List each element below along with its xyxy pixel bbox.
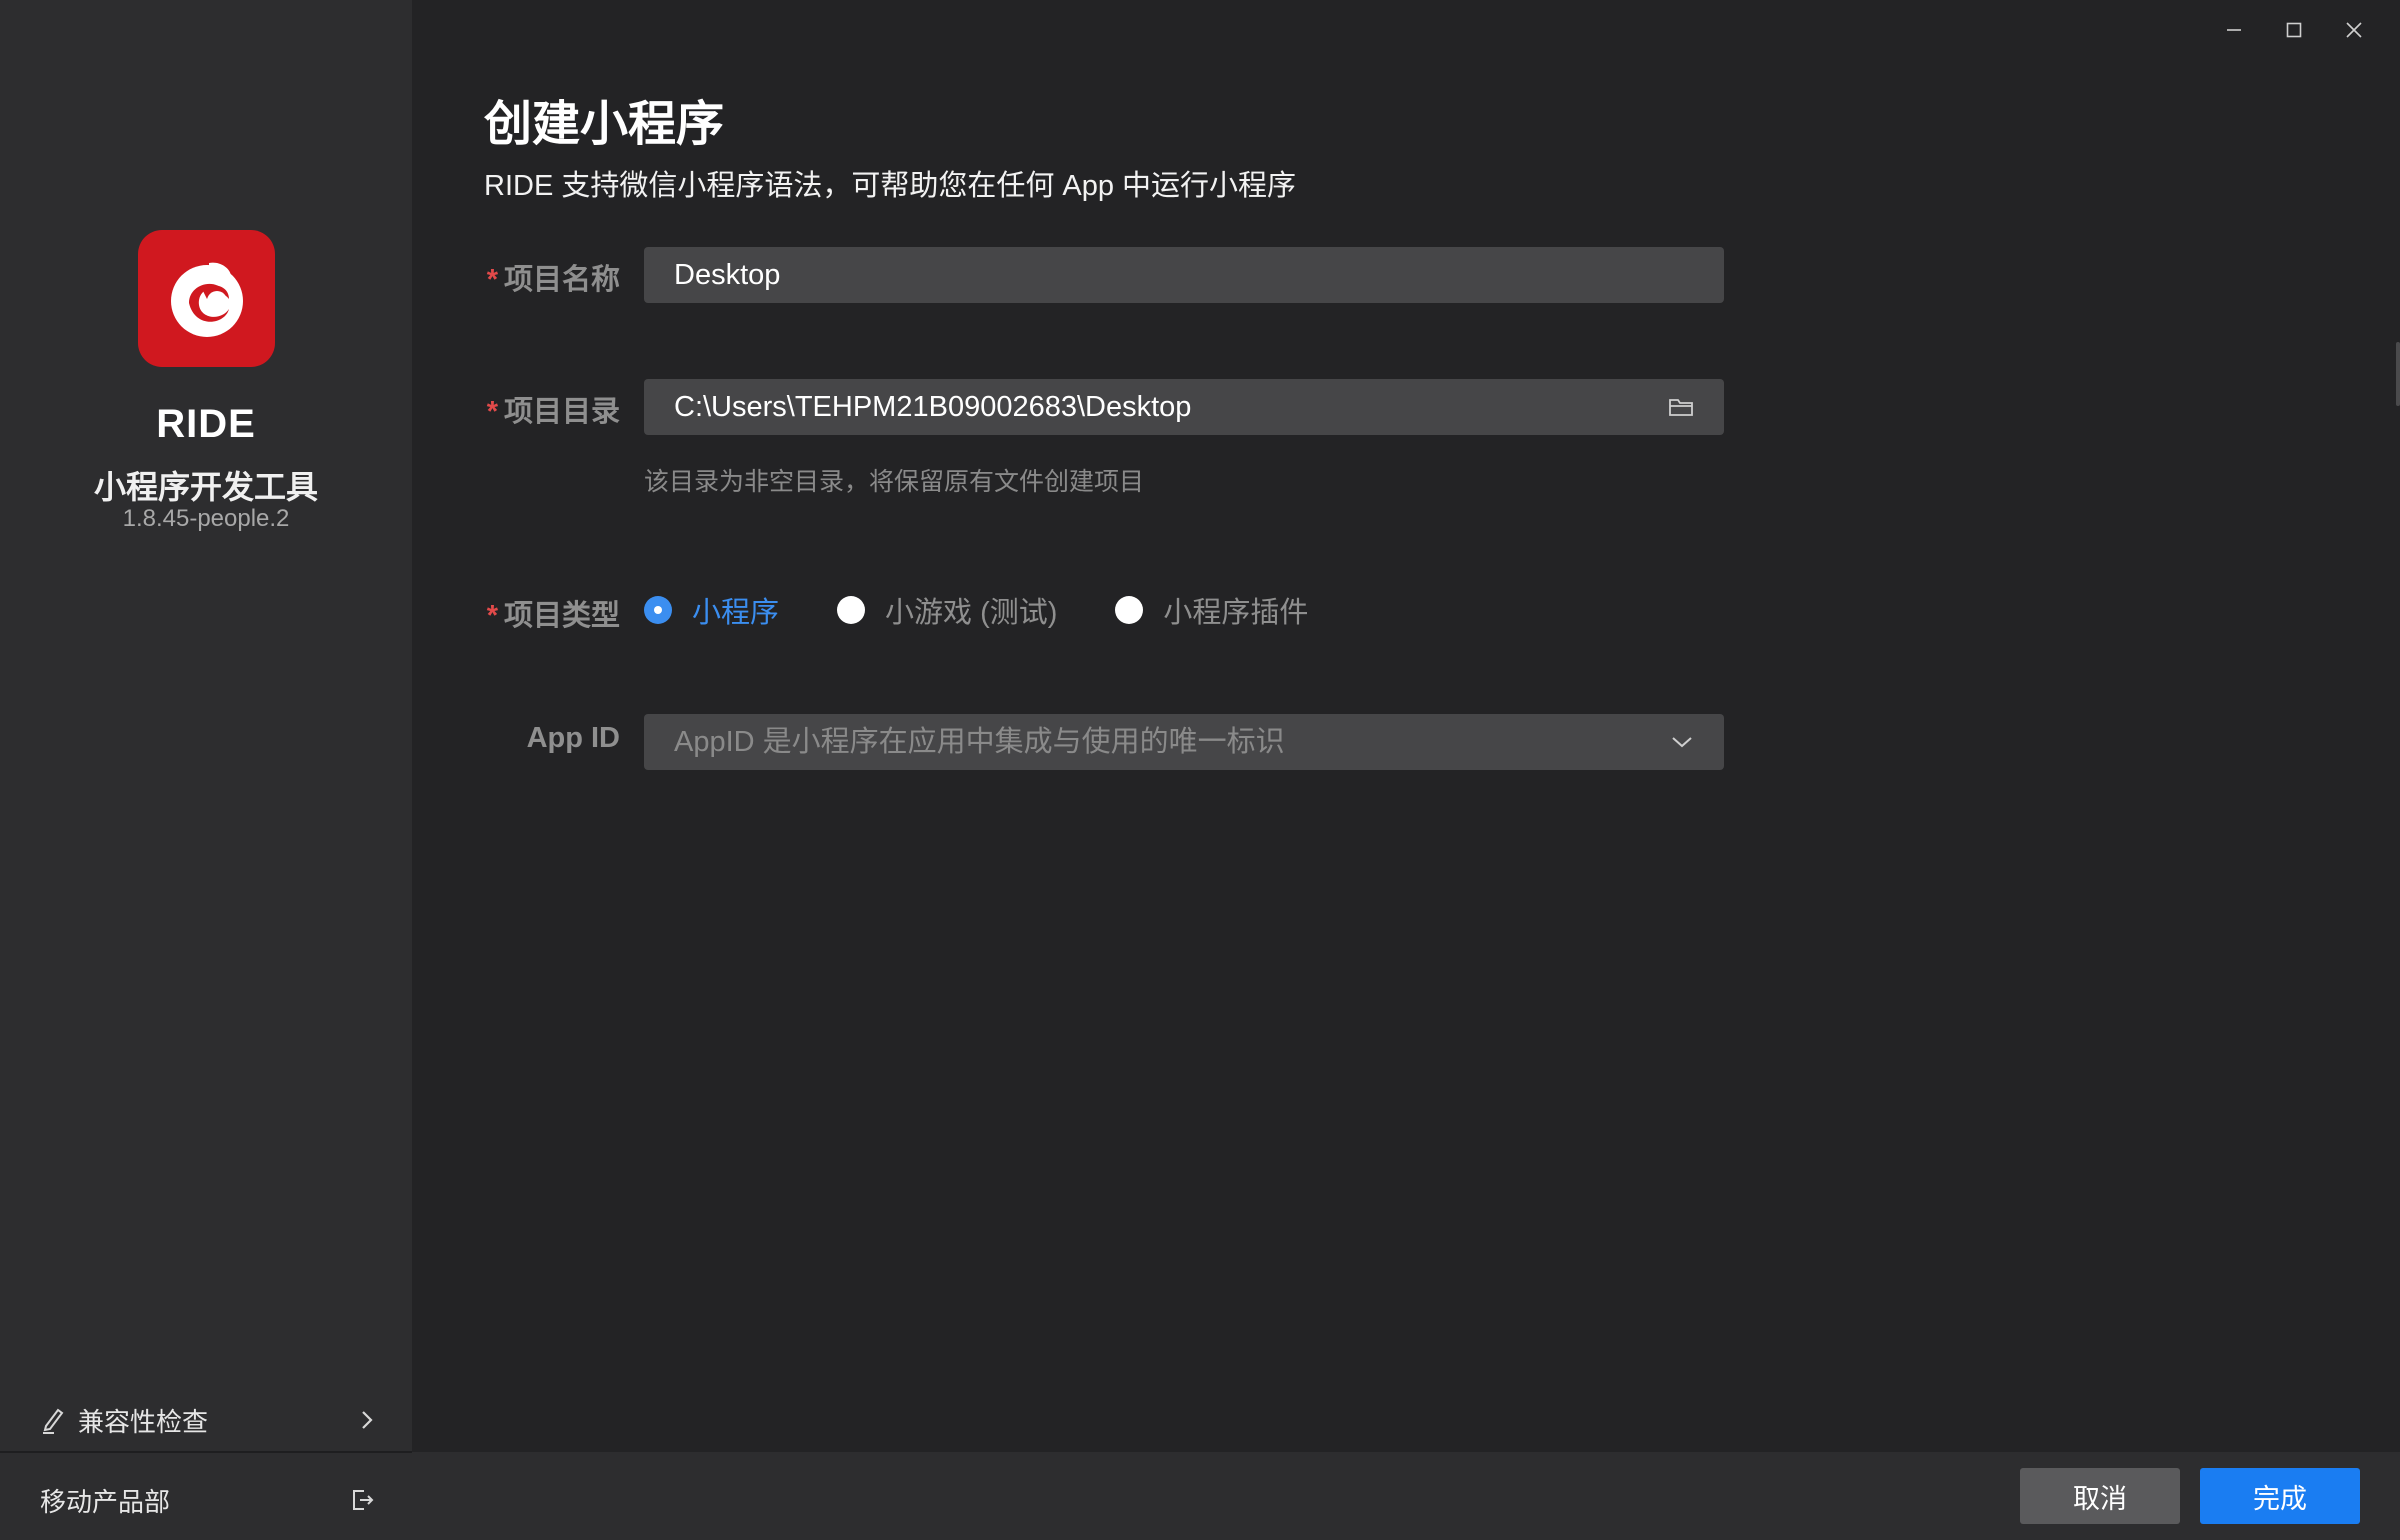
- logout-icon[interactable]: [350, 1488, 374, 1512]
- project-type-radio-group: 小程序 小游戏 (测试) 小程序插件: [644, 590, 1366, 630]
- cancel-button[interactable]: 取消: [2020, 1468, 2180, 1524]
- radio-dot: [644, 596, 672, 624]
- maximize-icon[interactable]: [2264, 0, 2324, 60]
- sidebar: RIDE 小程序开发工具 1.8.45-people.2 兼容性检查 移动产品部: [0, 0, 412, 1540]
- project-name-field[interactable]: [644, 247, 1724, 303]
- close-icon[interactable]: [2324, 0, 2384, 60]
- app-logo-icon: [138, 230, 275, 367]
- org-name: 移动产品部: [40, 1486, 171, 1517]
- done-button[interactable]: 完成: [2200, 1468, 2360, 1524]
- radio-minigame[interactable]: 小游戏 (测试): [837, 589, 1057, 631]
- app-version: 1.8.45-people.2: [122, 505, 290, 532]
- app-id-label: App ID: [526, 722, 620, 754]
- project-type-label: * 项目类型: [486, 600, 620, 632]
- app-subtitle: 小程序开发工具: [93, 469, 318, 505]
- chevron-down-icon[interactable]: [1670, 735, 1694, 749]
- app-id-select[interactable]: [644, 714, 1724, 770]
- project-dir-input[interactable]: [674, 390, 1668, 424]
- minimize-icon[interactable]: [2204, 0, 2264, 60]
- create-miniprogram-window: RIDE 小程序开发工具 1.8.45-people.2 兼容性检查 移动产品部: [0, 0, 2400, 1540]
- required-marker: *: [486, 396, 498, 428]
- project-name-input[interactable]: [674, 258, 1694, 292]
- project-dir-hint: 该目录为非空目录，将保留原有文件创建项目: [644, 468, 1145, 496]
- folder-icon[interactable]: [1668, 396, 1694, 418]
- required-marker: *: [486, 264, 498, 296]
- project-dir-label: * 项目目录: [486, 396, 620, 428]
- page-description: RIDE 支持微信小程序语法，可帮助您在任何 App 中运行小程序: [484, 170, 1297, 202]
- org-row: 移动产品部: [0, 1470, 412, 1530]
- window-controls: [2204, 0, 2400, 60]
- sidebar-divider: [0, 1451, 412, 1453]
- radio-label: 小程序: [692, 597, 780, 629]
- chevron-right-icon: [360, 1409, 374, 1431]
- radio-dot: [1115, 596, 1144, 624]
- radio-dot: [837, 596, 866, 624]
- radio-label: 小程序插件: [1163, 597, 1309, 629]
- required-marker: *: [486, 600, 498, 632]
- project-name-label: * 项目名称: [486, 264, 620, 296]
- radio-plugin[interactable]: 小程序插件: [1115, 589, 1308, 631]
- app-name: RIDE: [156, 402, 256, 446]
- scrollbar-thumb[interactable]: [2396, 342, 2400, 406]
- app-id-input[interactable]: [674, 725, 1670, 759]
- compat-check-label: 兼容性检查: [78, 1406, 209, 1437]
- compat-check-button[interactable]: 兼容性检查: [0, 1390, 412, 1450]
- page-title: 创建小程序: [484, 98, 725, 151]
- radio-label: 小游戏 (测试): [885, 597, 1058, 629]
- edit-icon: [40, 1406, 66, 1434]
- radio-miniprogram[interactable]: 小程序: [644, 589, 779, 631]
- project-dir-field[interactable]: [644, 379, 1724, 435]
